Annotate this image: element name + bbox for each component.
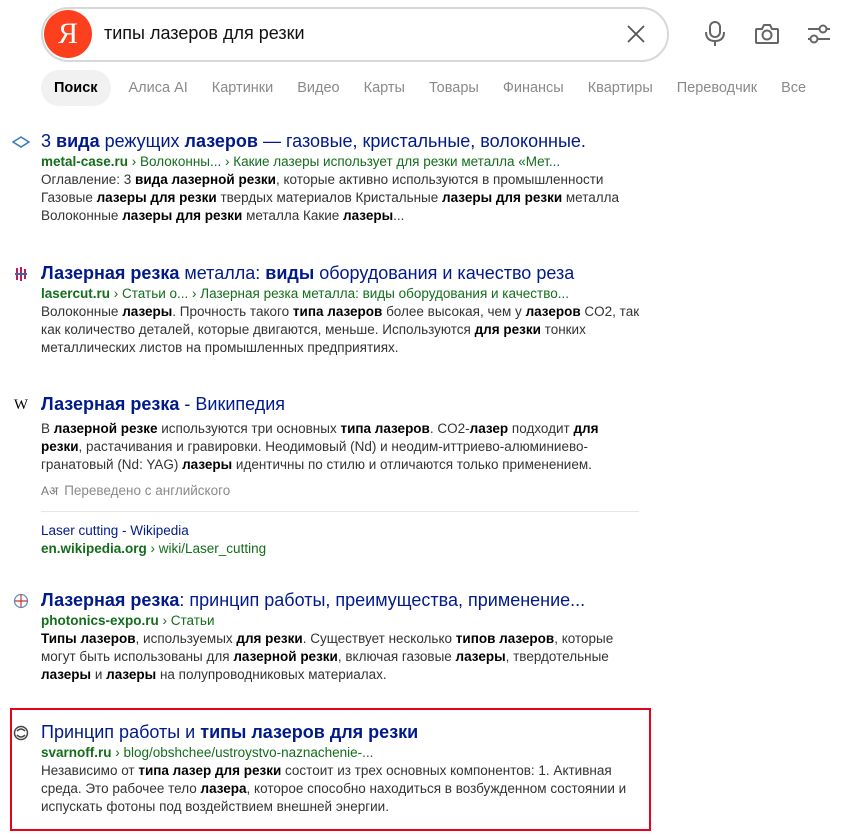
result-host: en.wikipedia.org xyxy=(41,541,147,556)
result-snippet: В лазерной резке используются три основн… xyxy=(41,421,599,472)
tab-maps[interactable]: Карты xyxy=(364,70,405,106)
search-result: Лазерная резка: принцип работы, преимуще… xyxy=(12,589,642,684)
wikipedia-icon: W xyxy=(13,396,29,413)
result-host: metal-case.ru xyxy=(41,154,129,169)
close-icon xyxy=(627,25,645,43)
voice-search-button[interactable] xyxy=(699,18,731,50)
original-url[interactable]: en.wikipedia.org › wiki/Laser_cutting xyxy=(41,540,642,558)
result-host: photonics-expo.ru xyxy=(41,613,159,628)
result-url[interactable]: lasercut.ru › Статьи о... › Лазерная рез… xyxy=(41,285,642,303)
result-path: › Волоконны... › Какие лазеры использует… xyxy=(128,154,561,169)
result-path: › Статьи о... › Лазерная резка металла: … xyxy=(110,286,569,301)
result-snippet: Типы лазеров, используемых для резки. Су… xyxy=(41,631,614,682)
result-url[interactable]: metal-case.ru › Волоконны... › Какие лаз… xyxy=(41,153,642,171)
result-path: › Статьи xyxy=(158,613,215,628)
search-input[interactable]: типы лазеров для резки xyxy=(104,23,305,44)
result-snippet: Волоконные лазеры. Прочность такого типа… xyxy=(41,304,640,355)
translation-note[interactable]: Aअ Переведено с английского xyxy=(41,482,642,499)
highlight-box xyxy=(10,708,651,831)
translate-icon: Aअ xyxy=(41,484,59,498)
result-title[interactable]: Лазерная резка - Википедия xyxy=(41,393,642,415)
tab-alice[interactable]: Алиса AI xyxy=(129,70,188,106)
tab-video[interactable]: Видео xyxy=(297,70,339,106)
tab-all[interactable]: Все xyxy=(781,70,806,106)
microphone-icon xyxy=(705,21,725,46)
tab-products[interactable]: Товары xyxy=(429,70,479,106)
result-host: lasercut.ru xyxy=(41,286,111,301)
lasercut-favicon xyxy=(12,265,30,283)
clear-button[interactable] xyxy=(622,20,650,48)
result-title[interactable]: Лазерная резка: принцип работы, преимуще… xyxy=(41,589,642,611)
tab-search[interactable]: Поиск xyxy=(41,70,111,106)
result-url[interactable]: photonics-expo.ru › Статьи xyxy=(41,612,642,630)
result-path: › wiki/Laser_cutting xyxy=(146,541,267,556)
tab-translator[interactable]: Переводчик xyxy=(677,70,757,106)
search-result: Лазерная резка металла: виды оборудовани… xyxy=(12,262,642,357)
search-result: 3 вида режущих лазеров — газовые, криста… xyxy=(12,130,642,225)
tab-images[interactable]: Картинки xyxy=(212,70,273,106)
result-title[interactable]: 3 вида режущих лазеров — газовые, криста… xyxy=(41,130,642,152)
search-tabs: Поиск Алиса AI Картинки Видео Карты Това… xyxy=(41,70,830,106)
tab-finance[interactable]: Финансы xyxy=(503,70,564,106)
filters-icon xyxy=(808,24,830,44)
camera-icon xyxy=(755,24,779,44)
original-title-link[interactable]: Laser cutting - Wikipedia xyxy=(41,522,642,540)
translation-label: Переведено с английского xyxy=(64,483,231,498)
image-search-button[interactable] xyxy=(751,18,783,50)
tab-realty[interactable]: Квартиры xyxy=(588,70,653,106)
filters-button[interactable] xyxy=(803,18,835,50)
divider xyxy=(41,511,639,512)
logo-letter: Я xyxy=(57,17,78,50)
result-title[interactable]: Лазерная резка металла: виды оборудовани… xyxy=(41,262,642,284)
result-snippet: Оглавление: 3 вида лазерной резки, котор… xyxy=(41,172,620,223)
photonics-expo-favicon xyxy=(12,592,30,610)
metal-case-favicon xyxy=(12,133,30,151)
search-result: W Лазерная резка - Википедия В лазерной … xyxy=(12,393,642,558)
yandex-logo[interactable]: Я xyxy=(44,10,92,58)
